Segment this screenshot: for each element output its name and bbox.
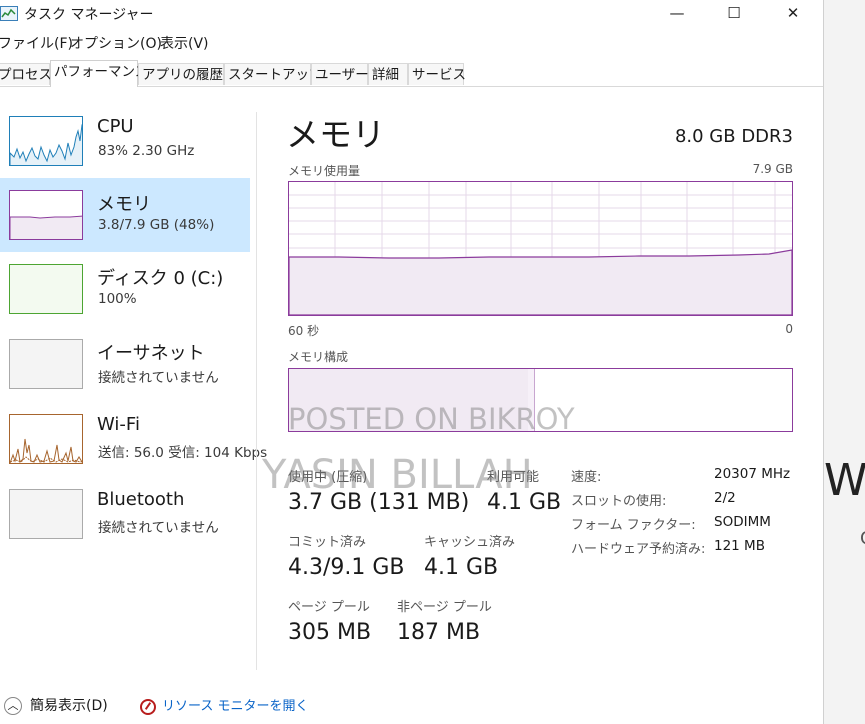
form-factor-label: フォーム ファクター: (571, 518, 696, 533)
sidebar-item-title: Wi-Fi (97, 414, 140, 435)
sidebar-item-subtitle: 83% 2.30 GHz (98, 143, 195, 159)
fewer-details-label: 簡易表示(D) (30, 698, 108, 714)
background-window: Wh C (823, 0, 865, 724)
tab-services[interactable]: サービス (408, 63, 466, 85)
sidebar-item-title: CPU (97, 116, 134, 137)
wifi-thumbnail-graph (9, 414, 83, 464)
usage-graph-label: メモリ使用量 (288, 164, 361, 178)
minimize-button[interactable]: — (654, 0, 700, 26)
tab-users[interactable]: ユーザー (311, 63, 369, 85)
available-value: 4.1 GB (487, 490, 562, 515)
composition-modified (528, 369, 535, 431)
tab-startup[interactable]: スタートアップ (224, 63, 323, 85)
tab-processes[interactable]: プロセス (0, 63, 52, 85)
sidebar-item-disk[interactable]: ディスク 0 (C:) 100% (0, 252, 250, 326)
tab-performance[interactable]: パフォーマンス (50, 60, 148, 87)
resource-monitor-icon (140, 698, 156, 715)
task-manager-icon (0, 6, 18, 21)
title-bar: タスク マネージャー — ☐ ✕ (0, 0, 823, 28)
time-axis-end: 0 (785, 322, 793, 336)
paged-pool-value: 305 MB (288, 620, 372, 645)
speed-value: 20307 MHz (714, 466, 791, 482)
tab-details[interactable]: 詳細 (368, 63, 408, 85)
sidebar-item-subtitle: 送信: 56.0 受信: 104 Kbps (98, 445, 268, 461)
memory-composition-bar (288, 368, 793, 432)
sidebar-divider (256, 112, 257, 670)
sidebar-item-subtitle: 接続されていません (98, 520, 219, 536)
committed-label: コミット済み (288, 535, 367, 550)
sidebar-item-title: Bluetooth (97, 489, 185, 510)
sidebar-item-cpu[interactable]: CPU 83% 2.30 GHz (0, 104, 250, 178)
menu-file[interactable]: ファイル(F) (0, 33, 73, 53)
sidebar-item-wifi[interactable]: Wi-Fi 送信: 56.0 受信: 104 Kbps (0, 402, 267, 476)
tab-bar: プロセス パフォーマンス アプリの履歴 スタートアップ ユーザー 詳細 サービス (0, 60, 823, 87)
cached-value: 4.1 GB (424, 555, 499, 580)
tab-app-history[interactable]: アプリの履歴 (138, 63, 224, 85)
sidebar-item-subtitle: 100% (98, 291, 137, 307)
form-factor-value: SODIMM (714, 514, 771, 530)
memory-usage-chart (289, 182, 792, 315)
sidebar-item-title: イーサネット (97, 343, 205, 364)
committed-value: 4.3/9.1 GB (288, 555, 405, 580)
wifi-mini-chart (10, 438, 82, 463)
composition-in-use (289, 369, 529, 431)
sidebar-item-ethernet[interactable]: イーサネット 接続されていません (0, 327, 250, 401)
ethernet-thumbnail-graph (9, 339, 83, 389)
available-label: 利用可能 (487, 470, 540, 485)
cpu-mini-chart (10, 123, 82, 165)
cached-label: キャッシュ済み (424, 535, 516, 550)
composition-label: メモリ構成 (288, 350, 349, 364)
footer: ︿ 簡易表示(D) リソース モニターを開く (0, 690, 823, 720)
resource-monitor-label: リソース モニターを開く (162, 699, 309, 714)
background-sub-text: C (860, 528, 865, 549)
slots-used-label: スロットの使用: (571, 494, 667, 509)
memory-spec: 8.0 GB DDR3 (674, 126, 793, 147)
menu-view[interactable]: 表示(V) (160, 33, 209, 53)
nonpaged-pool-value: 187 MB (397, 620, 481, 645)
cpu-thumbnail-graph (9, 116, 83, 166)
memory-thumbnail-graph (9, 190, 83, 240)
page-title: メモリ (286, 115, 385, 154)
sidebar-item-bluetooth[interactable]: Bluetooth 接続されていません (0, 477, 250, 551)
disk-thumbnail-graph (9, 264, 83, 314)
fewer-details-button[interactable]: ︿ 簡易表示(D) (4, 695, 108, 715)
menu-options[interactable]: オプション(O) (70, 33, 162, 53)
hardware-reserved-value: 121 MB (714, 538, 765, 554)
task-manager-window: タスク マネージャー — ☐ ✕ ファイル(F) オプション(O) 表示(V) … (0, 0, 823, 724)
resource-monitor-link[interactable]: リソース モニターを開く (140, 695, 308, 715)
in-use-value: 3.7 GB (131 MB) (288, 490, 470, 515)
sidebar-item-subtitle: 接続されていません (98, 370, 219, 386)
memory-mini-chart (10, 215, 82, 239)
chevron-up-icon: ︿ (4, 697, 22, 715)
hardware-reserved-label: ハードウェア予約済み: (571, 542, 706, 557)
sidebar-item-title: メモリ (97, 194, 151, 215)
close-button[interactable]: ✕ (770, 0, 816, 26)
in-use-label: 使用中 (圧縮) (288, 470, 368, 485)
speed-label: 速度: (571, 470, 602, 485)
bluetooth-thumbnail-graph (9, 489, 83, 539)
maximize-button[interactable]: ☐ (711, 0, 757, 26)
sidebar-item-subtitle: 3.8/7.9 GB (48%) (98, 217, 215, 233)
nonpaged-pool-label: 非ページ プール (397, 600, 492, 615)
usage-graph-max: 7.9 GB (752, 162, 793, 176)
time-axis-start: 60 秒 (288, 324, 320, 338)
sidebar-item-memory[interactable]: メモリ 3.8/7.9 GB (48%) (0, 178, 250, 252)
background-heading-text: Wh (824, 455, 865, 506)
paged-pool-label: ページ プール (288, 600, 370, 615)
memory-usage-area (289, 249, 792, 315)
memory-usage-graph (288, 181, 793, 316)
sidebar-item-title: ディスク 0 (C:) (97, 268, 224, 289)
slots-used-value: 2/2 (714, 490, 736, 506)
window-title: タスク マネージャー (24, 7, 154, 23)
